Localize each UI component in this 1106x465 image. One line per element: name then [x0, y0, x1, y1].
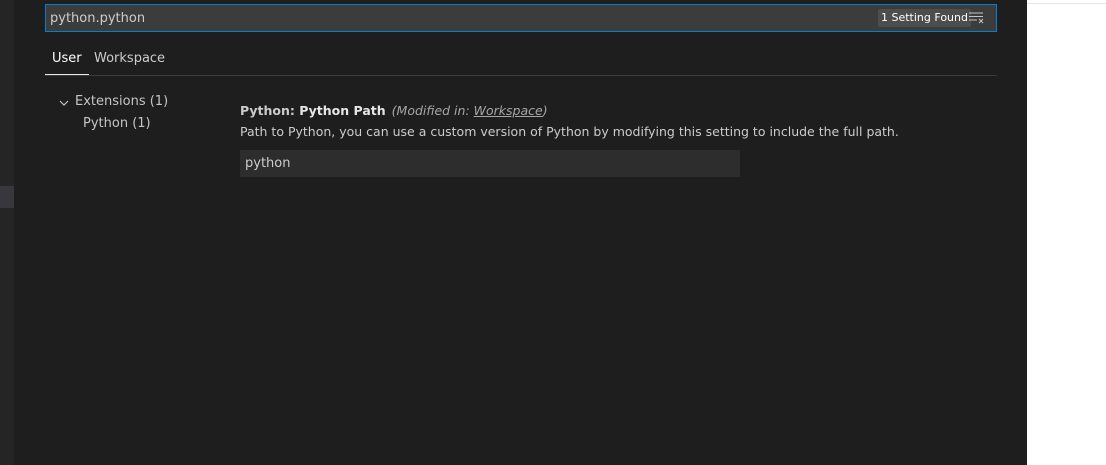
setting-description: Path to Python, you can use a custom ver…	[240, 124, 899, 139]
settings-scope-tabs: User Workspace	[45, 44, 997, 76]
modified-in-workspace-link[interactable]: Workspace	[474, 103, 543, 118]
divider	[1027, 3, 1106, 4]
chevron-down-icon	[58, 96, 70, 108]
toc-item-label: Python (1)	[83, 116, 151, 131]
settings-editor: 1 Setting Found User Workspace Extension…	[14, 0, 1027, 465]
toc-item-extensions[interactable]: Extensions (1)	[58, 92, 238, 114]
side-bar-edge	[0, 0, 14, 465]
tab-user[interactable]: User	[45, 44, 89, 75]
clear-filter-icon[interactable]	[968, 10, 986, 26]
settings-search-box[interactable]: 1 Setting Found	[45, 4, 997, 32]
search-result-count: 1 Setting Found	[878, 9, 971, 27]
setting-python-path: Python: Python Path (Modified in: Workspa…	[240, 101, 1000, 177]
tab-workspace[interactable]: Workspace	[87, 44, 172, 75]
setting-title: Python: Python Path (Modified in: Workspa…	[240, 101, 1000, 121]
setting-modified-indicator: (Modified in: Workspace)	[392, 103, 548, 118]
adjacent-panel	[1027, 0, 1106, 465]
side-bar-selected-item[interactable]	[0, 186, 14, 208]
python-path-input[interactable]	[240, 150, 740, 177]
toc-item-python[interactable]: Python (1)	[58, 114, 238, 136]
toc-item-label: Extensions (1)	[75, 94, 169, 109]
setting-category: Python:	[240, 103, 300, 118]
settings-table-of-contents: Extensions (1) Python (1)	[58, 92, 238, 136]
settings-search-input[interactable]	[50, 5, 850, 31]
setting-label: Python Path	[299, 103, 386, 118]
modified-suffix: )	[542, 103, 548, 118]
modified-prefix: (Modified in:	[391, 103, 474, 118]
